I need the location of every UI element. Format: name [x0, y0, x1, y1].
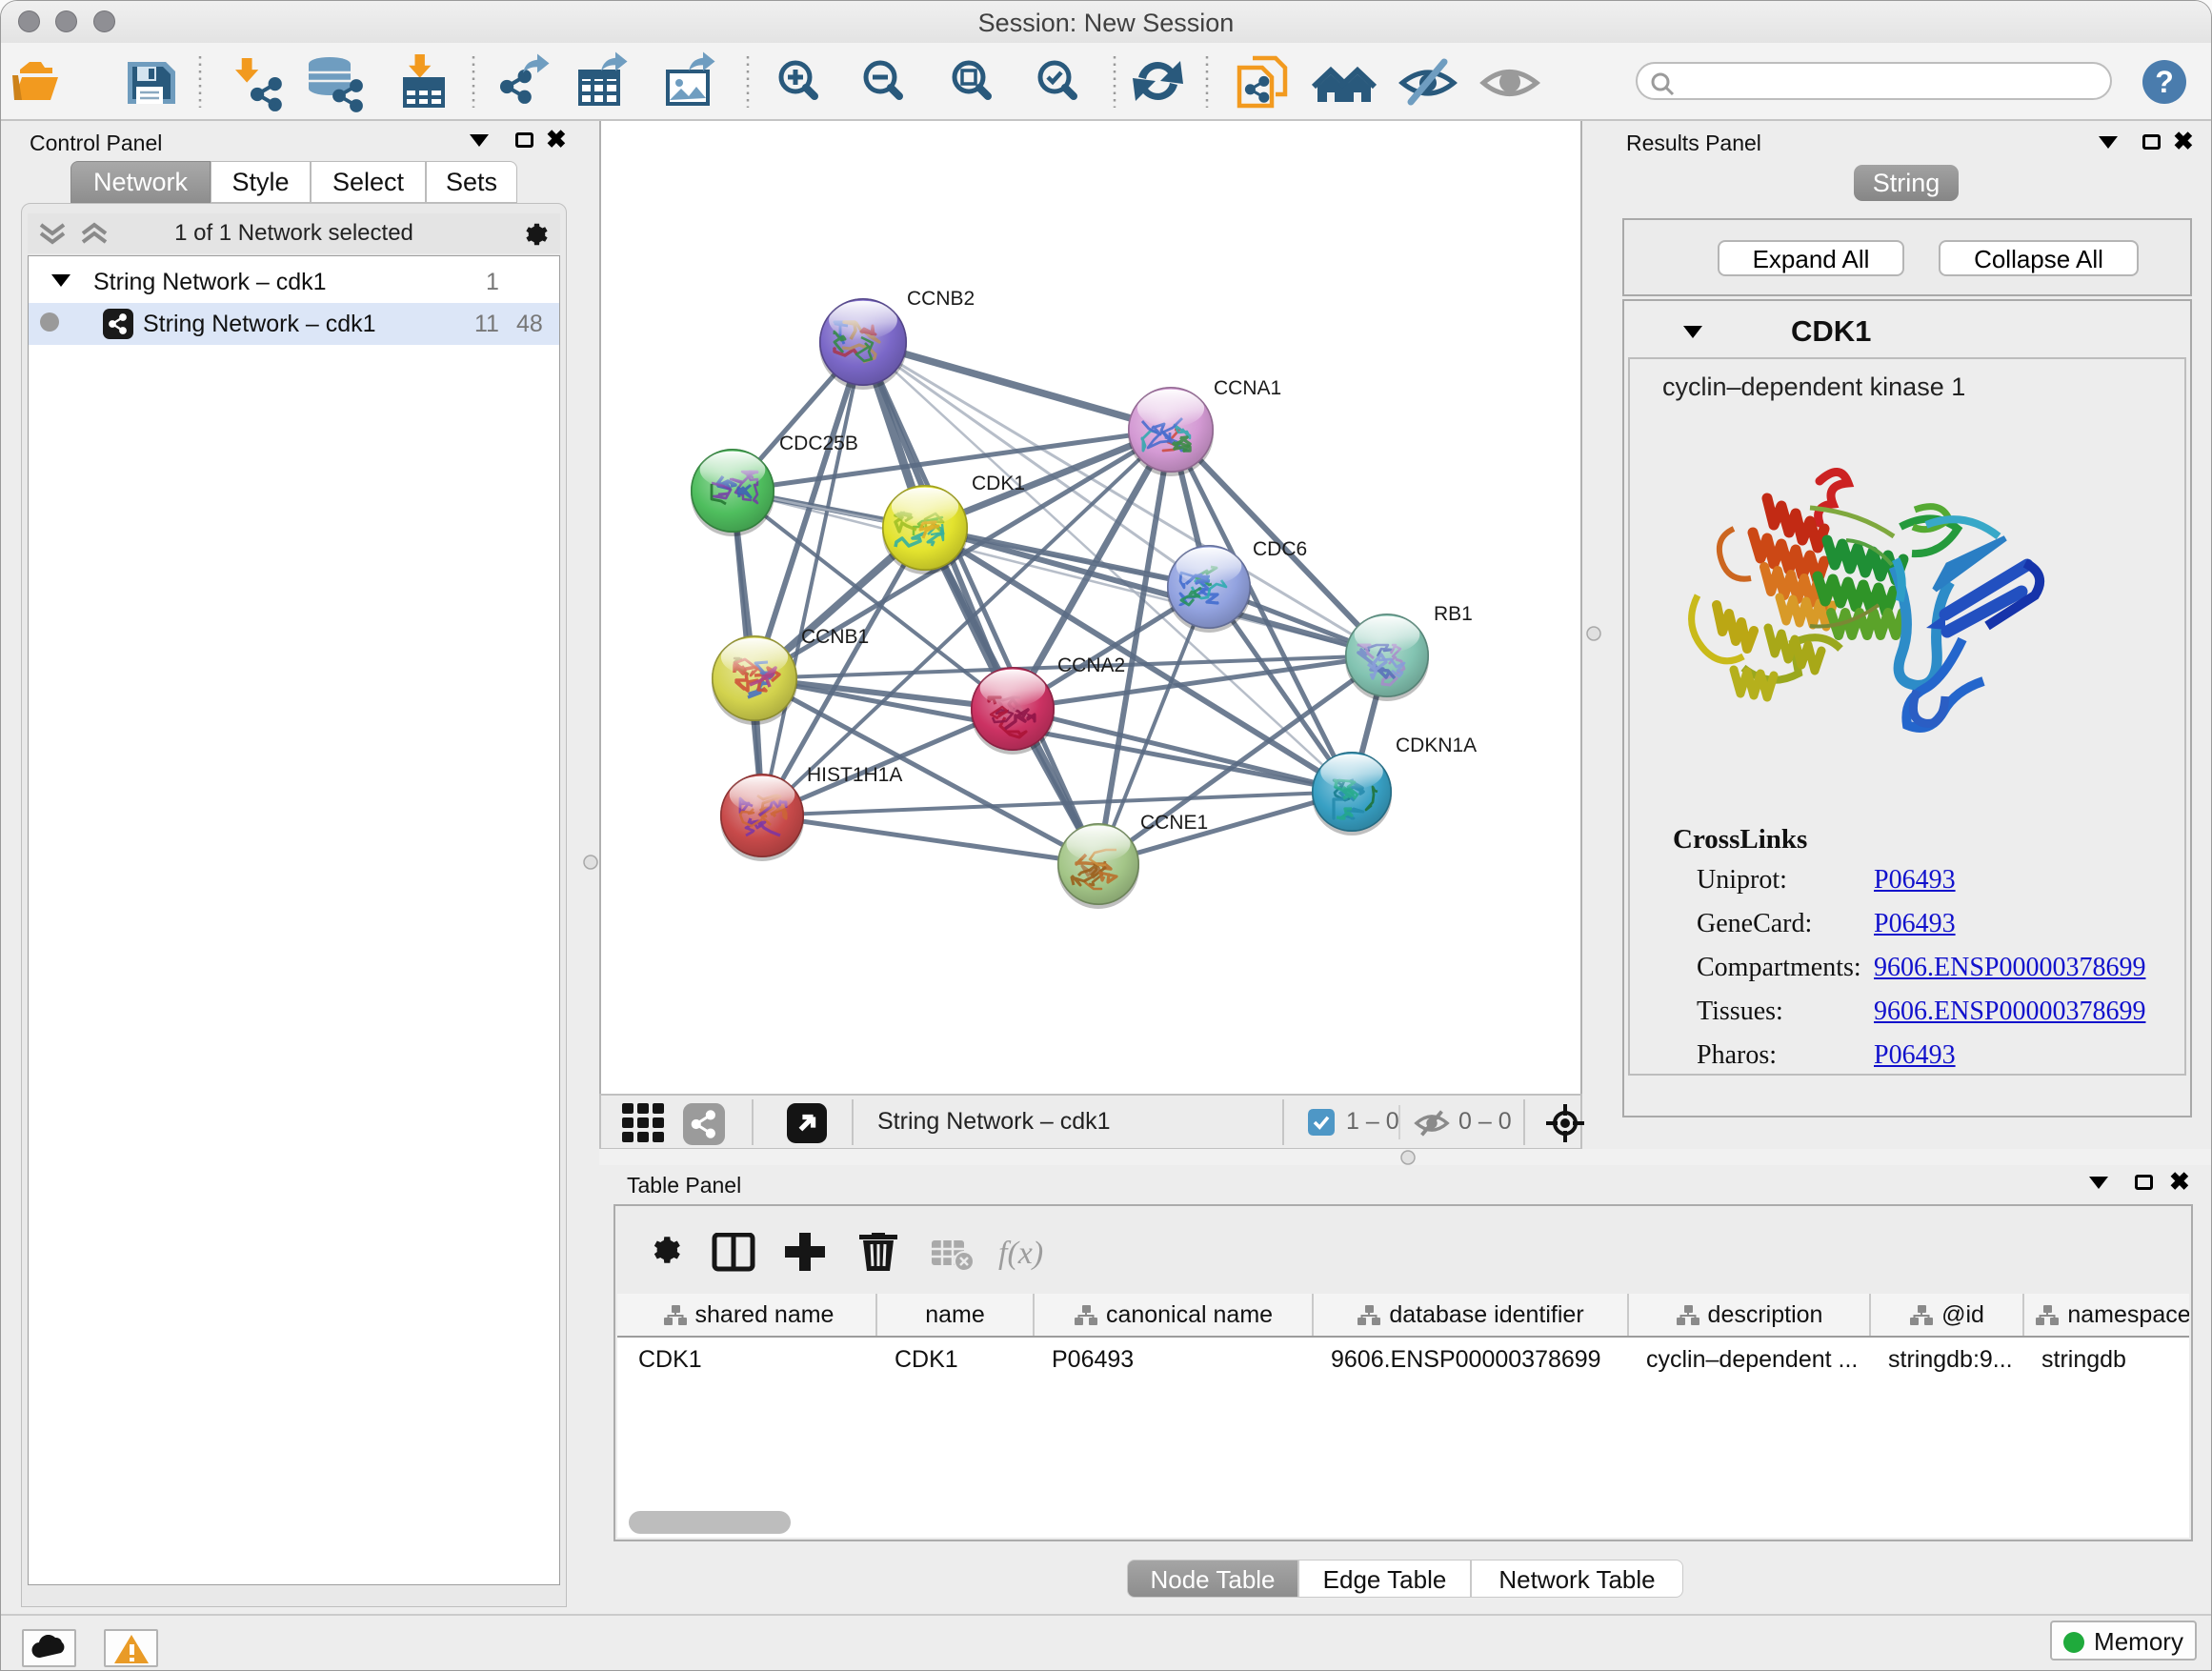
svg-text:CCNA2: CCNA2	[1057, 654, 1125, 676]
svg-text:CDKN1A: CDKN1A	[1396, 735, 1477, 756]
svg-text:CDC25B: CDC25B	[779, 433, 858, 454]
svg-text:CCNA1: CCNA1	[1214, 377, 1281, 399]
svg-text:CCNB1: CCNB1	[801, 626, 869, 648]
svg-text:RB1: RB1	[1434, 603, 1473, 625]
svg-text:CDC6: CDC6	[1253, 538, 1307, 560]
svg-text:CCNE1: CCNE1	[1140, 812, 1208, 834]
svg-text:HIST1H1A: HIST1H1A	[807, 764, 902, 786]
svg-text:f(x): f(x)	[998, 1236, 1043, 1271]
svg-text:CCNB2: CCNB2	[907, 288, 975, 310]
svg-text:CDK1: CDK1	[972, 473, 1025, 494]
